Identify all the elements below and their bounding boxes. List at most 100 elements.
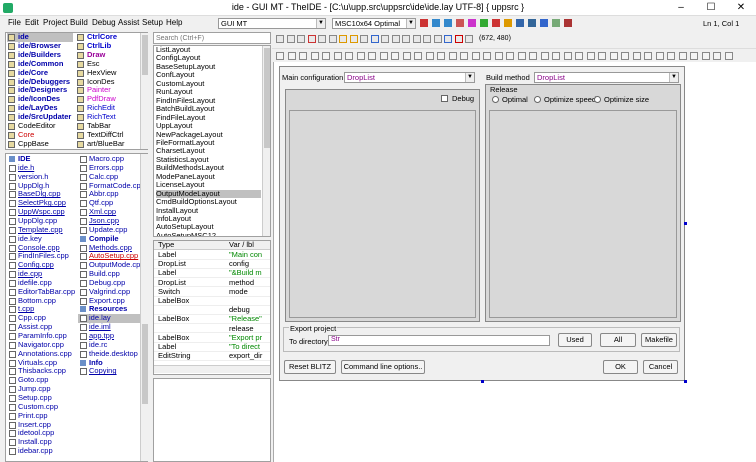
files-scrollbar[interactable]	[140, 154, 148, 461]
align-tool-icon[interactable]	[460, 52, 468, 60]
layout-item[interactable]: ConfigLayout	[156, 54, 261, 63]
browse-icon[interactable]	[528, 19, 536, 27]
align-tool-icon[interactable]	[563, 52, 572, 60]
package-item[interactable]: Esc	[76, 60, 141, 69]
package-item[interactable]: ide/Debuggers	[7, 78, 73, 87]
package-item[interactable]: TabBar	[76, 122, 141, 131]
layout-item[interactable]: CustomLayout	[156, 80, 261, 89]
file-item[interactable]: Jump.cpp	[7, 385, 77, 394]
file-item[interactable]: EditorTabBar.cpp	[7, 288, 77, 297]
layout-item[interactable]: ModePaneLayout	[156, 173, 261, 182]
file-item[interactable]: OutputMode.cpp	[78, 261, 142, 270]
layout-tool-icon[interactable]	[370, 35, 379, 43]
layout-tool-icon[interactable]	[318, 35, 326, 43]
file-item[interactable]: Macro.cpp	[78, 155, 142, 164]
package-item[interactable]: RichText	[76, 113, 141, 122]
output-mode-dialog[interactable]: Main configuration DropList ▼ Build meth…	[279, 66, 685, 381]
layout-item[interactable]: ConfLayout	[156, 71, 261, 80]
menu-debug[interactable]: Debug	[92, 18, 116, 27]
optimize-size-radio[interactable]	[594, 96, 601, 103]
file-item[interactable]: Navigator.cpp	[7, 341, 77, 350]
align-tool-icon[interactable]	[713, 52, 721, 60]
layout-item[interactable]: OutputModeLayout	[156, 189, 261, 199]
align-tool-icon[interactable]	[448, 52, 457, 60]
file-group-header[interactable]: IDE	[7, 155, 77, 164]
command-line-options-button[interactable]: Command line options..	[341, 360, 425, 374]
file-item[interactable]: Debug.cpp	[78, 279, 142, 288]
package-item[interactable]: RichEdit	[76, 104, 141, 113]
layout-tool-icon[interactable]	[286, 35, 295, 43]
file-item[interactable]: AutoSetup.cpp	[78, 252, 142, 261]
build-icon[interactable]	[432, 19, 440, 27]
menu-help[interactable]: Help	[166, 18, 182, 27]
layout-item[interactable]: CharsetLayout	[156, 147, 261, 156]
config-combo[interactable]: GUI MT ▼	[218, 18, 326, 29]
file-item[interactable]: app.tpp	[78, 332, 142, 341]
file-item[interactable]: Abbr.cpp	[78, 190, 142, 199]
file-item[interactable]: Virtuals.cpp	[7, 359, 77, 368]
file-item[interactable]: t.cpp	[7, 305, 77, 314]
align-tool-icon[interactable]	[655, 52, 664, 60]
file-item[interactable]: Export.cpp	[78, 297, 142, 306]
layout-item[interactable]: RunLayout	[156, 88, 261, 97]
method-combo[interactable]: MSC10x64 Optimal ▼	[332, 18, 416, 29]
layout-tool-icon[interactable]	[307, 35, 316, 43]
package-item[interactable]: ide	[7, 33, 73, 42]
align-tool-icon[interactable]	[287, 52, 296, 60]
file-item[interactable]: SelectPkg.cpp	[7, 199, 77, 208]
align-tool-icon[interactable]	[506, 52, 514, 60]
find-icon[interactable]	[516, 19, 524, 27]
file-item[interactable]: Build.cpp	[78, 270, 142, 279]
file-item[interactable]: Custom.cpp	[7, 403, 77, 412]
file-item[interactable]: Print.cpp	[7, 412, 77, 421]
file-item[interactable]: UppWspc.cpp	[7, 208, 77, 217]
prop-row[interactable]: Label "To direct	[154, 343, 270, 352]
menu-edit[interactable]: Edit	[25, 18, 39, 27]
main-config-droplist[interactable]: DropList ▼	[344, 72, 475, 83]
package-item[interactable]: IconDes	[76, 78, 141, 87]
menu-setup[interactable]: Setup	[142, 18, 163, 27]
layout-item[interactable]: AutoSetupLayout	[156, 223, 261, 232]
menu-build[interactable]: Build	[70, 18, 88, 27]
resize-handle-right[interactable]	[684, 222, 687, 225]
file-item[interactable]: idebar.cpp	[7, 447, 77, 456]
layout-tool-icon[interactable]	[360, 35, 368, 43]
align-tool-icon[interactable]	[437, 52, 445, 60]
file-item[interactable]: Assist.cpp	[7, 323, 77, 332]
step-icon[interactable]	[492, 19, 500, 27]
layout-tool-icon[interactable]	[423, 35, 431, 43]
file-item[interactable]: ParamInfo.cpp	[7, 332, 77, 341]
file-item[interactable]: Methods.cpp	[78, 244, 142, 253]
makefile-button[interactable]: Makefile	[641, 333, 677, 347]
align-tool-icon[interactable]	[494, 52, 503, 60]
package-item[interactable]: TextDiffCtrl	[76, 131, 141, 140]
file-item[interactable]: Insert.cpp	[7, 421, 77, 430]
package-item[interactable]: ide/Builders	[7, 51, 73, 60]
layout-tool-icon[interactable]	[339, 35, 347, 43]
file-item[interactable]: Annotations.cpp	[7, 350, 77, 359]
packages-scrollbar[interactable]	[140, 33, 148, 149]
menu-file[interactable]: File	[8, 18, 21, 27]
align-tool-icon[interactable]	[690, 52, 698, 60]
layout-item[interactable]: InfoLayout	[156, 215, 261, 224]
layout-item[interactable]: NewPackageLayout	[156, 131, 261, 140]
align-tool-icon[interactable]	[701, 52, 710, 60]
align-tool-icon[interactable]	[529, 52, 537, 60]
align-tool-icon[interactable]	[540, 52, 549, 60]
resize-handle-corner[interactable]	[684, 380, 687, 383]
package-item[interactable]: Painter	[76, 86, 141, 95]
layout-tool-icon[interactable]	[412, 35, 421, 43]
align-tool-icon[interactable]	[517, 52, 526, 60]
file-item[interactable]: Copying	[78, 367, 142, 376]
align-tool-icon[interactable]	[632, 52, 641, 60]
file-item[interactable]: Qtf.cpp	[78, 199, 142, 208]
file-item[interactable]: Goto.cpp	[7, 376, 77, 385]
layout-item[interactable]: BaseSetupLayout	[156, 63, 261, 72]
align-tool-icon[interactable]	[299, 52, 307, 60]
align-tool-icon[interactable]	[609, 52, 618, 60]
file-item[interactable]: ide.cpp	[7, 270, 77, 279]
layout-item[interactable]: CmdBuildOptionsLayout	[156, 198, 261, 207]
layout-item[interactable]: BatchBuildLayout	[156, 105, 261, 114]
file-item[interactable]: Template.cpp	[7, 226, 77, 235]
config-icon[interactable]	[420, 19, 428, 27]
